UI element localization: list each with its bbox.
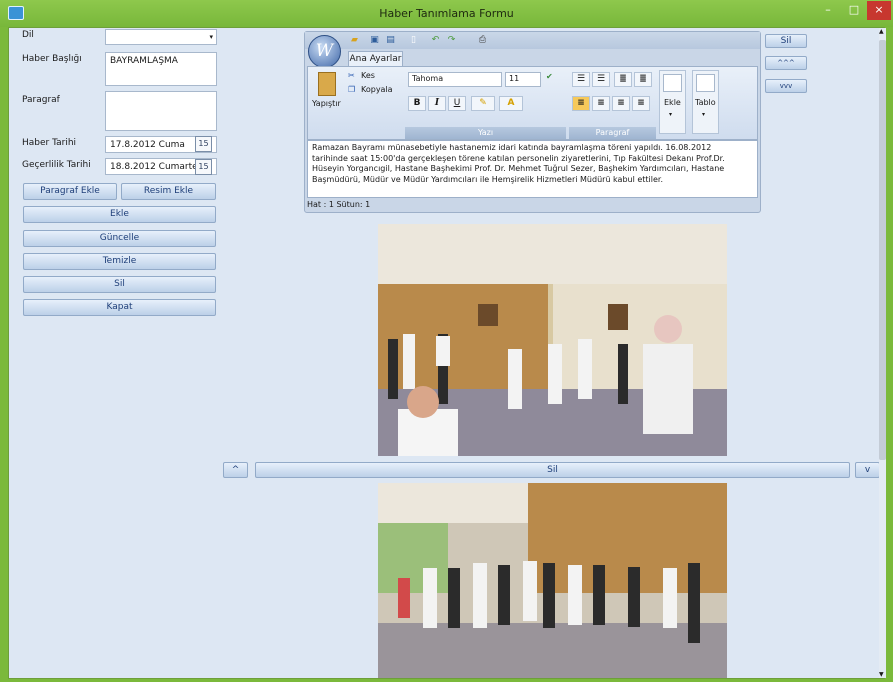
window: Haber Tanımlama Formu – □ × Dil ▾ Haber …	[0, 0, 893, 682]
rich-text-editor: ▰ ▣ ▤ ▯ ↶ ↷ ⎙ W Ana Ayarlar Yapıştır ✂ K…	[304, 31, 761, 213]
size-value: 11	[509, 74, 520, 83]
bullet-list-icon[interactable]: ☰	[572, 72, 590, 87]
calendar-icon[interactable]: 15	[195, 159, 212, 175]
font-select[interactable]: Tahoma	[408, 72, 502, 87]
align-right-icon[interactable]: ≡	[612, 96, 630, 111]
news-photo-2	[378, 483, 727, 678]
tarih-label: Haber Tarihi	[22, 138, 77, 148]
form-client-area: Dil ▾ Haber Başlığı BAYRAMLAŞMA Paragraf…	[8, 27, 886, 679]
font-value: Tahoma	[412, 74, 444, 83]
editor-status: Hat : 1 Sütun: 1	[307, 200, 371, 209]
close-button[interactable]: ×	[867, 1, 891, 20]
vertical-scrollbar[interactable]: ▲ ▼	[879, 28, 886, 678]
chevron-down-icon: ▾	[702, 111, 706, 118]
clipboard-group: Yapıştır ✂ Kes ❐ Kopyala	[308, 67, 402, 139]
haber-tarihi-value: 17.8.2012 Cuma	[110, 140, 185, 150]
ekle-ribbon-button: Ekle	[664, 98, 681, 107]
image-sil-button[interactable]: Sil	[255, 462, 850, 478]
move-down-button[interactable]: vvv	[765, 79, 807, 93]
underline-button[interactable]: U	[448, 96, 466, 111]
side-sil-button[interactable]: Sil	[765, 34, 807, 48]
image-down-button[interactable]: v	[855, 462, 880, 478]
size-select[interactable]: 11	[505, 72, 541, 87]
gecerlilik-tarihi-value: 18.8.2012 Cumartesi	[110, 162, 205, 172]
title-bar[interactable]: Haber Tanımlama Formu – □ ×	[0, 0, 893, 27]
indent-icon[interactable]: ≣	[634, 72, 652, 87]
kes-button[interactable]: Kes	[361, 71, 375, 80]
minimize-button[interactable]: –	[815, 1, 841, 20]
editor-text-area[interactable]: Ramazan Bayramı münasebetiyle hastanemiz…	[307, 140, 758, 198]
editor-scrollbar[interactable]	[746, 141, 756, 197]
bold-button[interactable]: B	[408, 96, 426, 111]
save-icon[interactable]: ▣	[369, 35, 380, 46]
application-orb-button[interactable]: W	[308, 35, 341, 68]
tablo-group[interactable]: Tablo ▾	[692, 70, 719, 134]
ekle-button[interactable]: Ekle	[23, 206, 216, 223]
scrollbar-thumb[interactable]	[879, 40, 886, 460]
align-left-icon[interactable]: ≡	[572, 96, 590, 111]
scroll-down-icon[interactable]: ▼	[879, 671, 884, 678]
undo-icon[interactable]: ↶	[430, 35, 441, 46]
insert-icon	[663, 74, 682, 92]
paragraf-ekle-button[interactable]: Paragraf Ekle	[23, 183, 117, 200]
window-title: Haber Tanımlama Formu	[379, 7, 514, 20]
number-list-icon[interactable]: ☰	[592, 72, 610, 87]
table-icon	[696, 74, 715, 92]
maximize-button[interactable]: □	[841, 1, 867, 20]
yazi-group: Tahoma 11 ✔ B I U ✎ A Yazı	[405, 67, 566, 139]
highlight-icon[interactable]: ✎	[471, 96, 495, 111]
ribbon: Yapıştır ✂ Kes ❐ Kopyala Tahoma 11 ✔ B I…	[307, 66, 758, 140]
dil-select[interactable]: ▾	[105, 29, 217, 45]
cut-icon: ✂	[348, 71, 355, 80]
baslik-label: Haber Başlığı	[22, 54, 82, 64]
resim-ekle-button[interactable]: Resim Ekle	[121, 183, 216, 200]
paragraf-group: ☰ ☰ ≣ ≣ ≡ ≡ ≡ ≡ Paragraf	[569, 67, 656, 139]
outdent-icon[interactable]: ≣	[614, 72, 632, 87]
baslik-input[interactable]: BAYRAMLAŞMA	[105, 52, 217, 86]
paste-icon	[318, 72, 336, 96]
kopyala-button[interactable]: Kopyala	[361, 85, 393, 94]
paragraf-label: Paragraf	[22, 95, 60, 105]
chevron-down-icon: ▾	[209, 33, 213, 41]
news-photo-1	[378, 224, 727, 456]
justify-icon[interactable]: ≡	[632, 96, 650, 111]
print-icon[interactable]: ⎙	[477, 35, 488, 46]
font-color-icon[interactable]: A	[499, 96, 523, 111]
tab-ana-ayarlar[interactable]: Ana Ayarlar	[348, 51, 403, 67]
yapistir-button[interactable]: Yapıştır	[312, 99, 341, 108]
yazi-group-caption: Yazı	[405, 127, 566, 139]
ekle-group[interactable]: Ekle ▾	[659, 70, 686, 134]
chevron-down-icon: ▾	[669, 111, 673, 118]
scroll-up-icon[interactable]: ▲	[879, 28, 884, 35]
paragraf-input[interactable]	[105, 91, 217, 131]
gecerlilik-label: Geçerlilik Tarihi	[22, 160, 91, 170]
new-icon[interactable]: ▯	[408, 35, 419, 46]
align-center-icon[interactable]: ≡	[592, 96, 610, 111]
tablo-ribbon-button: Tablo	[695, 98, 716, 107]
open-icon[interactable]: ▰	[349, 35, 360, 46]
image-up-button[interactable]: ^	[223, 462, 248, 478]
calendar-icon[interactable]: 15	[195, 136, 212, 152]
dil-label: Dil	[22, 30, 34, 40]
format-icon[interactable]: ✔	[546, 72, 553, 81]
move-up-button[interactable]: ^^^	[765, 56, 807, 70]
copy-icon: ❐	[348, 85, 356, 94]
temizle-button[interactable]: Temizle	[23, 253, 216, 270]
italic-button[interactable]: I	[428, 96, 446, 111]
save-all-icon[interactable]: ▤	[385, 35, 396, 46]
quick-access-toolbar: ▰ ▣ ▤ ▯ ↶ ↷ ⎙	[305, 32, 760, 49]
redo-icon[interactable]: ↷	[446, 35, 457, 46]
paragraf-group-caption: Paragraf	[569, 127, 656, 139]
guncelle-button[interactable]: Güncelle	[23, 230, 216, 247]
kapat-button[interactable]: Kapat	[23, 299, 216, 316]
sil-button[interactable]: Sil	[23, 276, 216, 293]
